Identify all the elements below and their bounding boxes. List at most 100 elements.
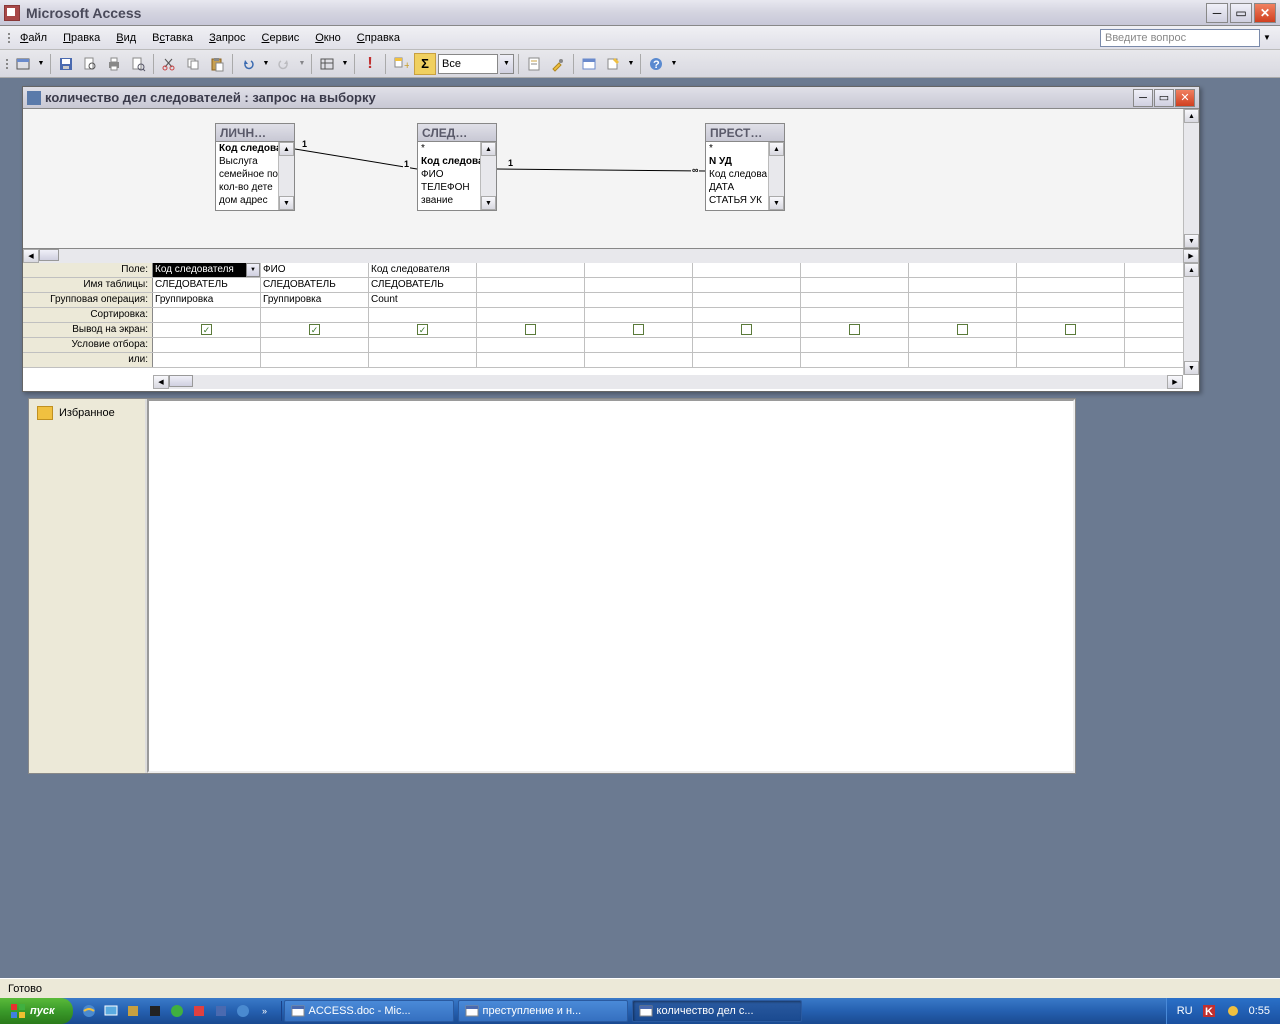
undo-button[interactable] <box>237 53 259 75</box>
show-checkbox[interactable] <box>849 324 860 335</box>
grid-cell[interactable] <box>369 338 477 352</box>
grid-cell[interactable] <box>909 323 1017 337</box>
taskbar-task[interactable]: количество дел с... <box>632 1000 802 1022</box>
grid-cell[interactable] <box>909 353 1017 367</box>
dropdown-arrow[interactable]: ▼ <box>246 263 260 277</box>
database-window-button[interactable] <box>578 53 600 75</box>
save-button[interactable] <box>55 53 77 75</box>
print-button[interactable] <box>103 53 125 75</box>
top-values-dropdown[interactable]: ▼ <box>500 54 514 74</box>
query-maximize-button[interactable]: ▭ <box>1154 89 1174 107</box>
grid-cell[interactable] <box>801 353 909 367</box>
copy-button[interactable] <box>182 53 204 75</box>
show-checkbox[interactable] <box>741 324 752 335</box>
scroll-up[interactable]: ▲ <box>481 142 496 156</box>
grid-cell[interactable] <box>1017 308 1125 322</box>
scroll-up[interactable]: ▲ <box>769 142 784 156</box>
grid-cell[interactable] <box>801 263 909 277</box>
grid-cell[interactable] <box>477 338 585 352</box>
grid-vscroll[interactable]: ▲ ▼ <box>1183 263 1199 375</box>
scroll-down[interactable]: ▼ <box>481 196 496 210</box>
query-type-button[interactable] <box>316 53 338 75</box>
grid-cell[interactable] <box>909 338 1017 352</box>
view-dropdown[interactable]: ▼ <box>36 53 46 75</box>
ql-desktop-icon[interactable] <box>101 1001 121 1021</box>
ql-app-icon[interactable] <box>145 1001 165 1021</box>
toolbar-grip[interactable] <box>4 53 10 75</box>
file-search-button[interactable] <box>79 53 101 75</box>
toolbar-options[interactable]: ▼ <box>669 53 679 75</box>
ql-app-icon[interactable] <box>189 1001 209 1021</box>
query-close-button[interactable]: ✕ <box>1175 89 1195 107</box>
grid-cell[interactable] <box>1017 323 1125 337</box>
redo-button[interactable] <box>273 53 295 75</box>
grid-cell[interactable]: Код следователя <box>369 263 477 277</box>
grid-cell[interactable] <box>585 278 693 292</box>
table-header[interactable]: СЛЕД… <box>418 124 496 142</box>
grid-cell[interactable] <box>693 263 801 277</box>
help-search-dropdown[interactable]: ▼ <box>1260 29 1274 47</box>
grid-cell[interactable] <box>261 338 369 352</box>
grid-cell[interactable] <box>585 338 693 352</box>
grid-hscroll-right[interactable]: ▶ <box>1167 375 1183 389</box>
grid-hscroll-thumb[interactable] <box>169 375 193 387</box>
rel-hscroll-thumb[interactable] <box>39 249 59 261</box>
grid-cell[interactable] <box>693 293 801 307</box>
help-button[interactable]: ? <box>645 53 667 75</box>
rel-hscroll-right[interactable]: ▶ <box>1183 249 1199 263</box>
grid-cell[interactable]: Группировка <box>153 293 261 307</box>
grid-scroll-up[interactable]: ▲ <box>1184 263 1199 277</box>
grid-cell[interactable] <box>369 308 477 322</box>
table-ПРЕСТ…[interactable]: ПРЕСТ…*N УДКод следоваДАТАСТАТЬЯ УК▲▼ <box>705 123 785 211</box>
menu-вид[interactable]: Вид <box>108 29 144 47</box>
grid-cell[interactable] <box>1017 263 1125 277</box>
grid-cell[interactable] <box>801 278 909 292</box>
new-object-dropdown[interactable]: ▼ <box>626 53 636 75</box>
grid-cell[interactable] <box>801 308 909 322</box>
sidebar-item-favorites[interactable]: Избранное <box>33 403 141 423</box>
grid-cell[interactable] <box>693 323 801 337</box>
clock[interactable]: 0:55 <box>1249 1005 1270 1017</box>
grid-cell[interactable]: ФИО <box>261 263 369 277</box>
tray-icon[interactable] <box>1225 1003 1241 1019</box>
show-checkbox[interactable] <box>525 324 536 335</box>
grid-cell[interactable] <box>585 353 693 367</box>
totals-button[interactable]: Σ <box>414 53 436 75</box>
query-type-dropdown[interactable]: ▼ <box>340 53 350 75</box>
taskbar-task[interactable]: преступление и н... <box>458 1000 628 1022</box>
grid-cell[interactable]: ✓ <box>153 323 261 337</box>
menu-файл[interactable]: Файл <box>12 29 55 47</box>
grid-cell[interactable] <box>585 293 693 307</box>
grid-hscroll-left[interactable]: ◀ <box>153 375 169 389</box>
grid-cell[interactable]: Группировка <box>261 293 369 307</box>
grid-hscroll[interactable]: ◀ ▶ <box>153 375 1183 389</box>
scroll-up[interactable]: ▲ <box>279 142 294 156</box>
grid-cell[interactable] <box>909 293 1017 307</box>
cut-button[interactable] <box>158 53 180 75</box>
grid-cell[interactable] <box>585 323 693 337</box>
language-indicator[interactable]: RU <box>1177 1005 1193 1017</box>
run-button[interactable]: ! <box>359 53 381 75</box>
menu-окно[interactable]: Окно <box>307 29 349 47</box>
show-checkbox[interactable]: ✓ <box>417 324 428 335</box>
grid-cell[interactable] <box>585 263 693 277</box>
show-checkbox[interactable] <box>1065 324 1076 335</box>
grid-cell[interactable] <box>1017 338 1125 352</box>
grid-cell[interactable] <box>909 263 1017 277</box>
build-button[interactable] <box>547 53 569 75</box>
show-checkbox[interactable]: ✓ <box>309 324 320 335</box>
scroll-down[interactable]: ▼ <box>279 196 294 210</box>
database-main-pane[interactable] <box>147 399 1075 773</box>
table-header[interactable]: ПРЕСТ… <box>706 124 784 142</box>
show-checkbox[interactable] <box>633 324 644 335</box>
rel-hscroll[interactable]: ◀ ▶ <box>23 249 1199 263</box>
grid-cell[interactable] <box>693 308 801 322</box>
query-minimize-button[interactable]: ─ <box>1133 89 1153 107</box>
menu-вставка[interactable]: Вставка <box>144 29 201 47</box>
grid-cell[interactable] <box>153 338 261 352</box>
grid-cell[interactable]: СЛЕДОВАТЕЛЬ <box>261 278 369 292</box>
table-header[interactable]: ЛИЧН… <box>216 124 294 142</box>
table-ЛИЧН…[interactable]: ЛИЧН…Код следоваВыслугасемейное по.кол-в… <box>215 123 295 211</box>
table-СЛЕД…[interactable]: СЛЕД…*Код следоваФИОТЕЛЕФОНзвание▲▼ <box>417 123 497 211</box>
grid-cell[interactable]: Код следователя▼ <box>153 263 261 277</box>
